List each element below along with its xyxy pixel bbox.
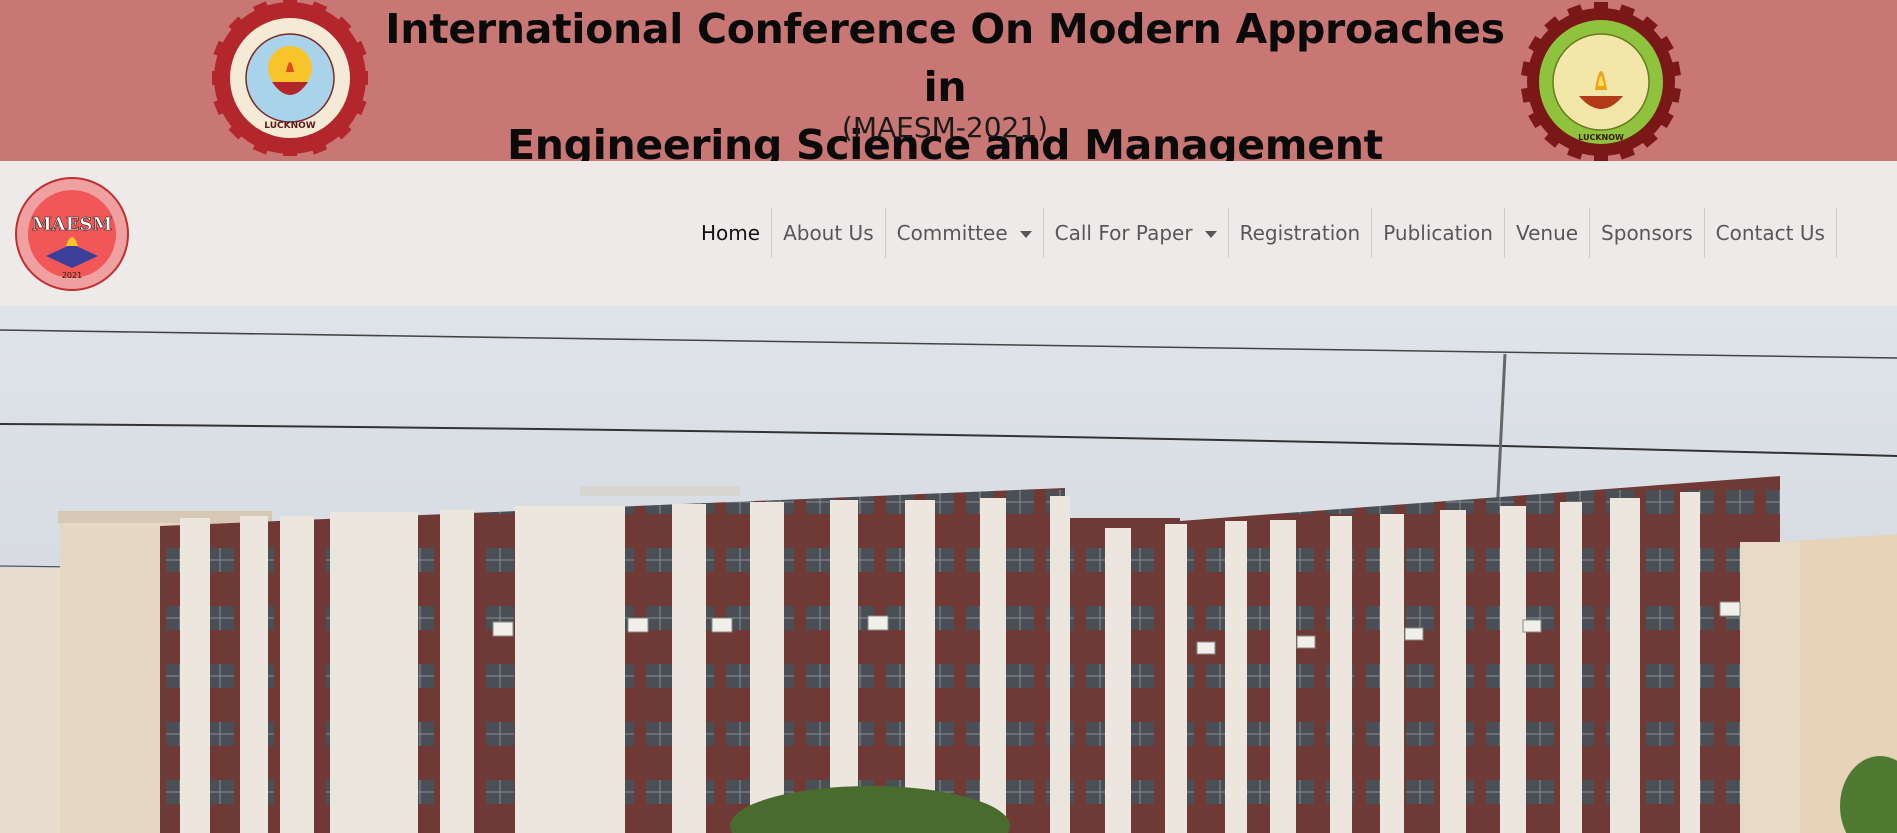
campus-hero-image xyxy=(0,306,1897,833)
nav-item-about-us[interactable]: About Us xyxy=(771,208,885,258)
campus-building-photo xyxy=(0,306,1897,833)
conference-title-line-1: International Conference On Modern Appro… xyxy=(385,5,1505,111)
nav-item-home[interactable]: Home xyxy=(690,208,771,258)
nav-label-publication: Publication xyxy=(1383,221,1493,245)
nav-item-sponsors[interactable]: Sponsors xyxy=(1589,208,1704,258)
nav-item-contact-us[interactable]: Contact Us xyxy=(1703,208,1836,258)
conference-banner: LUCKNOW International Conference On Mode… xyxy=(0,0,1897,169)
nav-label-contact-us: Contact Us xyxy=(1715,221,1825,245)
nav-label-venue: Venue xyxy=(1515,221,1579,245)
svg-text:LUCKNOW: LUCKNOW xyxy=(264,121,315,131)
nav-menu: Home About Us Committee Call For Paper R… xyxy=(690,208,1837,258)
logo-text: MAESM xyxy=(32,214,113,235)
chevron-down-icon xyxy=(1204,230,1217,238)
nav-item-publication[interactable]: Publication xyxy=(1371,208,1504,258)
nav-label-home: Home xyxy=(701,221,761,245)
nav-item-call-for-paper[interactable]: Call For Paper xyxy=(1042,208,1228,258)
nav-label-call-for-paper: Call For Paper xyxy=(1054,221,1193,245)
nav-label-registration: Registration xyxy=(1239,221,1361,245)
nav-item-committee[interactable]: Committee xyxy=(884,208,1043,258)
nav-item-venue[interactable]: Venue xyxy=(1503,208,1589,258)
maesm-logo[interactable]: MAESM 2021 xyxy=(13,177,131,291)
university-seal-logo: LUCKNOW xyxy=(1520,2,1682,162)
institute-seal-logo: LUCKNOW xyxy=(210,0,370,158)
nav-label-sponsors: Sponsors xyxy=(1601,221,1693,245)
nav-label-about-us: About Us xyxy=(783,221,874,245)
logo-year: 2021 xyxy=(62,271,82,280)
nav-divider xyxy=(1835,208,1837,258)
nav-item-registration[interactable]: Registration xyxy=(1227,208,1372,258)
nav-label-committee: Committee xyxy=(896,221,1008,245)
svg-text:LUCKNOW: LUCKNOW xyxy=(1578,133,1624,142)
chevron-down-icon xyxy=(1019,230,1032,238)
conference-code: (MAESM-2021) xyxy=(841,111,1049,144)
